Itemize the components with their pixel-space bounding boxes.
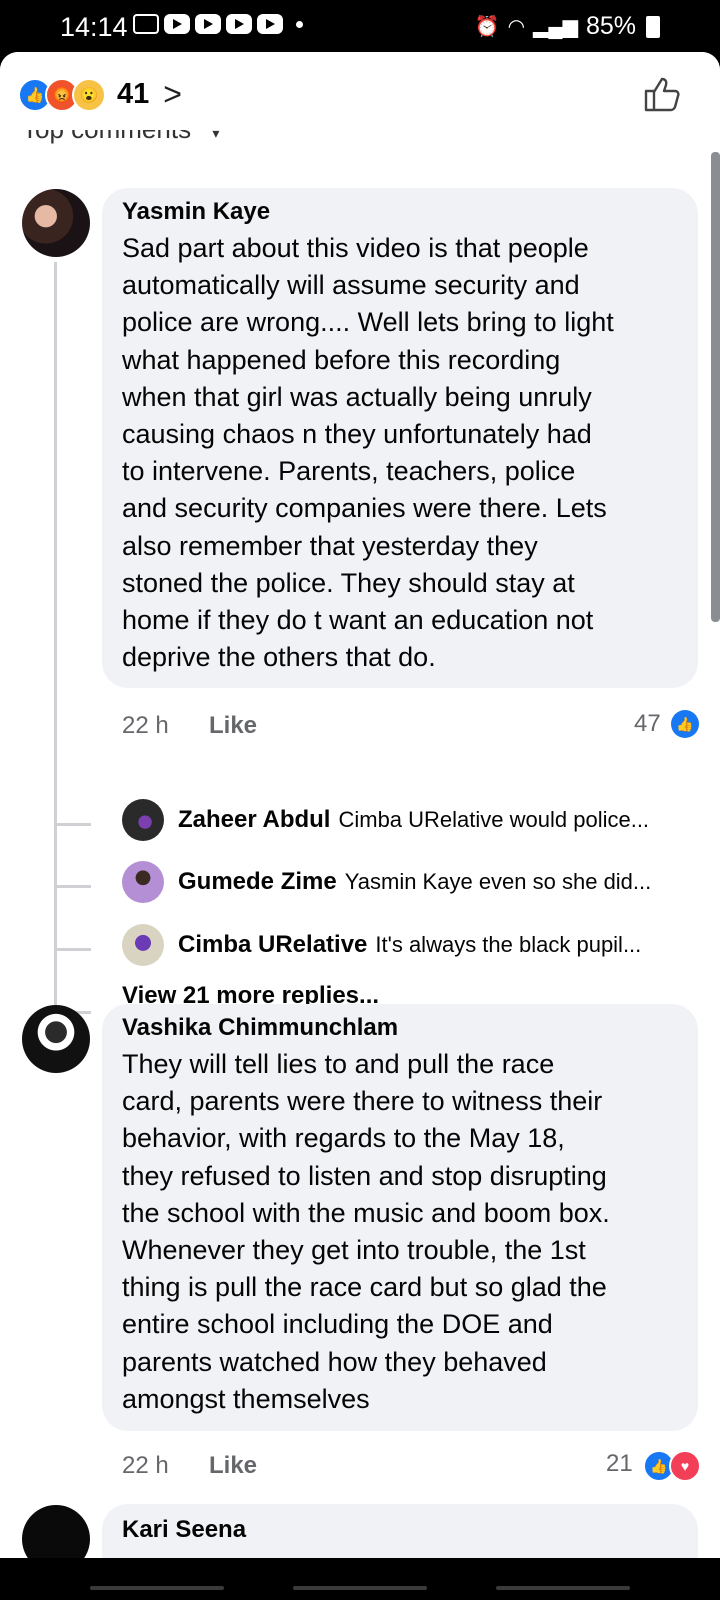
comment-author[interactable]: Vashika Chimmunchlam [122,1014,398,1042]
status-bar: 14:14 ⏰ ◠ ▂▄▆ 85% [0,0,720,52]
reply-preview[interactable]: Gumede Zime Yasmin Kaye even so she did.… [122,860,692,904]
reply-preview[interactable]: Cimba URelative It's always the black pu… [122,923,692,967]
love-reaction-icon: ♥ [669,1450,701,1482]
wifi-icon: ◠ [507,16,526,38]
download-icon [133,14,159,34]
comments-sheet: 👍 😡 😮 41 > Top comments ▾ Yasmin Kaye Sa… [0,52,720,1558]
avatar[interactable] [22,1005,90,1073]
signal-icon: ▂▄▆ [533,16,578,38]
system-navigation-bar [0,1558,720,1600]
reply-text: Cimba URelative would police... [338,807,650,832]
reply-author: Cimba URelative [178,931,368,958]
comment-time: 22 h [122,712,169,739]
avatar [122,799,164,841]
battery-charging-icon [646,15,660,38]
reply-text: Yasmin Kaye even so she did... [344,869,652,894]
avatar[interactable] [22,1505,90,1558]
reaction-count: 41 [117,78,150,110]
reply-author: Gumede Zime [178,868,337,895]
comment-reaction-count[interactable]: 47 [634,710,661,738]
comment-text: Sad part about this video is that people… [122,233,614,673]
reply-author: Zaheer Abdul [178,806,331,833]
avatar[interactable] [22,189,90,257]
youtube-icon [164,14,190,34]
chevron-right-icon: > [163,76,182,112]
thread-branch [57,885,91,888]
scrollbar[interactable] [711,152,720,622]
like-button[interactable]: Like [209,712,257,740]
thread-branch [57,948,91,951]
comments-header: 👍 😡 😮 41 > [0,52,720,130]
youtube-icon [226,14,252,34]
nav-recents-handle[interactable] [90,1586,224,1590]
comment-bubble[interactable]: Kari Seena [102,1504,698,1558]
nav-home-handle[interactable] [293,1586,427,1590]
status-time: 14:14 [60,12,128,42]
comment-author[interactable]: Kari Seena [122,1516,246,1544]
nav-back-handle[interactable] [496,1586,630,1590]
like-post-button[interactable] [642,74,682,114]
status-right: ⏰ ◠ ▂▄▆ 85% [475,12,660,41]
alarm-icon: ⏰ [474,16,500,38]
like-button[interactable]: Like [209,1452,257,1480]
thread-line [54,262,57,1014]
battery-percent: 85% [585,12,636,40]
comment-time: 22 h [122,1452,169,1479]
reply-text: It's always the black pupil... [375,932,642,957]
avatar [122,861,164,903]
reply-preview[interactable]: Zaheer Abdul Cimba URelative would polic… [122,798,692,842]
youtube-icon [257,14,283,34]
comment-reaction-count[interactable]: 21 [606,1450,633,1478]
avatar [122,924,164,966]
comment-author[interactable]: Yasmin Kaye [122,198,270,226]
like-reaction-icon: 👍 [671,710,699,738]
more-notifications-dot-icon [296,20,303,28]
reactions-summary[interactable]: 👍 😡 😮 41 > [18,76,182,113]
comment-bubble[interactable]: Vashika Chimmunchlam They will tell lies… [102,1004,698,1431]
thread-branch [57,823,91,826]
notification-icons [133,14,303,34]
comment-bubble[interactable]: Yasmin Kaye Sad part about this video is… [102,188,698,688]
wow-reaction-icon: 😮 [72,77,106,112]
comment-text: They will tell lies to and pull the race… [122,1049,610,1414]
youtube-icon [195,14,221,34]
